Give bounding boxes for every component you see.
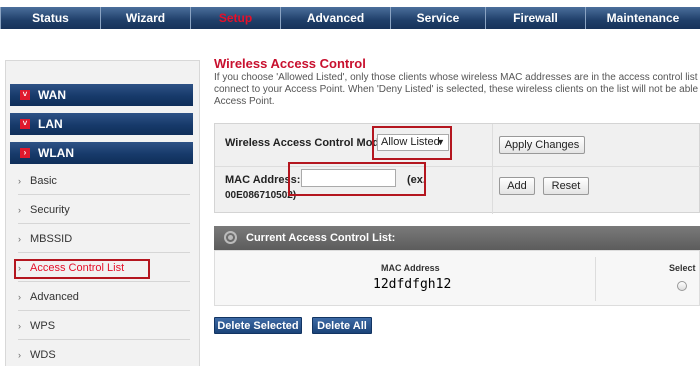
sidebar-item-wps[interactable]: › WPS xyxy=(18,312,190,340)
page-title: Wireless Access Control xyxy=(214,56,366,71)
delete-all-button[interactable]: Delete All xyxy=(312,317,372,334)
sidebar-item-label: Basic xyxy=(30,175,57,187)
sidebar-item-access-control-list[interactable]: › Access Control List xyxy=(18,254,190,282)
sidebar-item-security[interactable]: › Security xyxy=(18,196,190,224)
gear-icon xyxy=(224,231,237,244)
sidebar-item-label: WDS xyxy=(30,349,56,361)
expand-chevron-icon: ˅ xyxy=(20,119,30,129)
reset-button[interactable]: Reset xyxy=(543,177,589,195)
arrow-right-icon: › xyxy=(18,292,21,302)
row-select-radio[interactable] xyxy=(677,281,687,291)
mac-address-label: MAC Address: xyxy=(225,174,301,186)
description-line: If you choose 'Allowed Listed', only tho… xyxy=(214,72,700,83)
sidebar-item-advanced[interactable]: › Advanced xyxy=(18,283,190,311)
tab-maintenance[interactable]: Maintenance xyxy=(585,7,700,29)
list-header-label: Current Access Control List: xyxy=(246,232,396,244)
mode-label: Wireless Access Control Mode: xyxy=(225,137,389,149)
column-divider xyxy=(492,124,493,214)
sidebar-item-label: MBSSID xyxy=(30,233,73,245)
description-line: connect to your Access Point. When 'Deny… xyxy=(214,84,700,95)
access-control-mode-select[interactable]: Allow Listed ▼ xyxy=(377,134,449,151)
sidebar-section-label: LAN xyxy=(38,117,63,131)
arrow-right-icon: › xyxy=(18,321,21,331)
delete-selected-button[interactable]: Delete Selected xyxy=(214,317,302,334)
column-header-mac: MAC Address xyxy=(381,263,440,273)
sidebar: ˅ WAN ˅ LAN › WLAN › Basic › Security › … xyxy=(5,60,200,366)
row-divider xyxy=(215,166,700,167)
mac-example-value: 00E086710502) xyxy=(225,190,297,201)
arrow-right-icon: › xyxy=(18,176,21,186)
sidebar-section-label: WLAN xyxy=(38,146,74,160)
sidebar-item-label: WPS xyxy=(30,320,56,332)
tab-firewall[interactable]: Firewall xyxy=(485,7,585,29)
sidebar-item-label: Advanced xyxy=(30,291,79,303)
sidebar-item-mbssid[interactable]: › MBSSID xyxy=(18,225,190,253)
description-line: Access Point. xyxy=(214,96,275,107)
caret-down-icon: ▼ xyxy=(436,137,445,147)
sidebar-section-wlan[interactable]: › WLAN xyxy=(10,142,193,164)
tab-setup[interactable]: Setup xyxy=(190,7,280,29)
sidebar-item-wds[interactable]: › WDS xyxy=(18,341,190,366)
mac-example-hint: (ex. xyxy=(407,174,426,186)
tab-service[interactable]: Service xyxy=(390,7,485,29)
column-header-select: Select xyxy=(669,263,696,273)
mac-address-input[interactable] xyxy=(301,169,396,187)
arrow-right-icon: › xyxy=(18,234,21,244)
sidebar-item-basic[interactable]: › Basic xyxy=(18,167,190,195)
access-control-form: Wireless Access Control Mode: Allow List… xyxy=(214,123,700,214)
sidebar-section-lan[interactable]: ˅ LAN xyxy=(10,113,193,135)
tab-status[interactable]: Status xyxy=(0,7,100,29)
tab-wizard[interactable]: Wizard xyxy=(100,7,190,29)
table-cell-mac: 12dfdfgh12 xyxy=(373,277,452,292)
add-button[interactable]: Add xyxy=(499,177,535,195)
collapse-chevron-icon: › xyxy=(20,148,30,158)
sidebar-section-wan[interactable]: ˅ WAN xyxy=(10,84,193,106)
expand-chevron-icon: ˅ xyxy=(20,90,30,100)
page-description: If you choose 'Allowed Listed', only tho… xyxy=(214,72,700,108)
sidebar-item-label: Access Control List xyxy=(30,262,125,274)
mode-select-value: Allow Listed xyxy=(381,136,440,148)
router-admin-page: Status Wizard Setup Advanced Service Fir… xyxy=(0,0,700,366)
arrow-right-icon: › xyxy=(18,205,21,215)
arrow-right-icon: › xyxy=(18,263,21,273)
arrow-right-icon: › xyxy=(18,350,21,360)
tab-advanced[interactable]: Advanced xyxy=(280,7,390,29)
apply-changes-button[interactable]: Apply Changes xyxy=(499,136,585,154)
top-navigation: Status Wizard Setup Advanced Service Fir… xyxy=(0,0,700,30)
column-divider xyxy=(595,257,596,301)
sidebar-item-label: Security xyxy=(30,204,70,216)
sidebar-section-label: WAN xyxy=(38,88,66,102)
access-control-list-header: Current Access Control List: xyxy=(214,226,700,250)
access-control-table: MAC Address Select 12dfdfgh12 xyxy=(214,250,700,306)
